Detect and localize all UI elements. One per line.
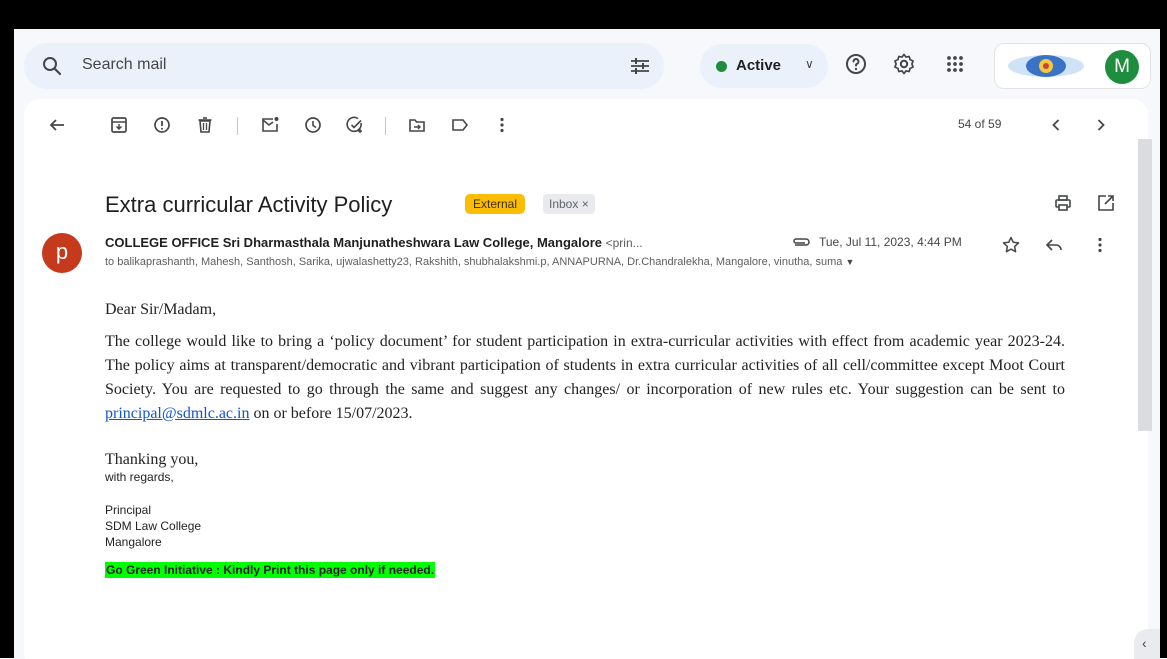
chevron-left-icon: ‹ — [1142, 635, 1147, 651]
report-spam-icon[interactable] — [152, 115, 172, 135]
move-to-icon[interactable] — [407, 115, 427, 135]
scrollbar-thumb[interactable] — [1138, 139, 1152, 431]
status-label: Active — [736, 57, 782, 74]
search-icon[interactable] — [40, 54, 64, 78]
thanks-line: Thanking you, — [105, 451, 199, 468]
reply-icon[interactable] — [1044, 235, 1064, 255]
status-selector[interactable]: Active ∨ — [700, 44, 828, 88]
sender-avatar[interactable]: p — [42, 233, 82, 273]
toolbar-divider — [385, 117, 386, 135]
chevron-right-icon[interactable] — [1091, 115, 1111, 135]
status-dot — [716, 61, 727, 72]
window-frame: Search mail Active ∨ M 54 of 59 Extra cu… — [0, 0, 1167, 659]
body-text-end: on or before 15/07/2023. — [253, 405, 413, 422]
add-task-icon[interactable] — [345, 115, 365, 135]
email-body: Dear Sir/Madam, The college would like t… — [105, 301, 1065, 578]
more-vert-icon[interactable] — [1090, 235, 1110, 255]
external-badge: External — [465, 194, 526, 214]
open-new-window-icon[interactable] — [1096, 193, 1116, 213]
message-counter: 54 of 59 — [958, 117, 1002, 131]
sender-line[interactable]: COLLEGE OFFICE Sri Dharmasthala Manjunat… — [105, 235, 643, 250]
settings-icon[interactable] — [892, 52, 916, 76]
email-subject: Extra curricular Activity Policy — [105, 192, 393, 217]
mark-unread-icon[interactable] — [260, 115, 280, 135]
star-icon[interactable] — [1001, 235, 1021, 255]
sender-name[interactable]: COLLEGE OFFICE Sri Dharmasthala Manjunat… — [105, 235, 602, 250]
body-text: The college would like to bring a ‘polic… — [105, 333, 1065, 398]
recipients: to balikaprashanth, Mahesh, Santhosh, Sa… — [105, 256, 843, 268]
signature-place: Mangalore — [105, 535, 162, 549]
body-paragraph: The college would like to bring a ‘polic… — [105, 330, 1065, 426]
side-panel-toggle[interactable]: ‹ — [1134, 629, 1160, 659]
apps-icon[interactable] — [943, 52, 967, 76]
sender-address: <prin... — [605, 236, 643, 250]
help-icon[interactable] — [844, 52, 868, 76]
more-vert-icon[interactable] — [492, 115, 512, 135]
account-switcher[interactable]: M — [994, 43, 1151, 89]
label-icon[interactable] — [450, 115, 470, 135]
email-link[interactable]: principal@sdmlc.ac.in — [105, 405, 249, 422]
attachment-icon — [793, 238, 810, 246]
go-green-note: Go Green Initiative : Kindly Print this … — [105, 562, 436, 578]
college-logo-icon — [1008, 55, 1084, 77]
back-arrow-icon[interactable] — [47, 115, 67, 135]
gmail-app: Search mail Active ∨ M 54 of 59 Extra cu… — [14, 29, 1160, 659]
message-date: Tue, Jul 11, 2023, 4:44 PM — [819, 235, 962, 249]
delete-icon[interactable] — [195, 115, 215, 135]
account-avatar[interactable]: M — [1105, 50, 1139, 84]
signature-org: SDM Law College — [105, 519, 202, 533]
message-pane: 54 of 59 Extra curricular Activity Polic… — [24, 99, 1148, 659]
chevron-down-icon: ∨ — [805, 57, 814, 71]
toolbar-divider — [237, 117, 238, 135]
snooze-icon[interactable] — [303, 115, 323, 135]
dropdown-arrow-icon[interactable]: ▼ — [845, 257, 854, 267]
search-input[interactable]: Search mail — [82, 56, 166, 74]
archive-icon[interactable] — [109, 115, 129, 135]
filter-icon[interactable] — [628, 54, 652, 78]
inbox-label-chip[interactable]: Inbox × — [543, 194, 595, 214]
recipients-line[interactable]: to balikaprashanth, Mahesh, Santhosh, Sa… — [105, 256, 854, 268]
chevron-left-icon[interactable] — [1046, 115, 1066, 135]
signature-title: Principal — [105, 503, 152, 517]
print-icon[interactable] — [1053, 193, 1073, 213]
search-bar[interactable]: Search mail — [24, 43, 664, 89]
regards-line: with regards, — [105, 470, 174, 484]
greeting: Dear Sir/Madam, — [105, 301, 217, 318]
